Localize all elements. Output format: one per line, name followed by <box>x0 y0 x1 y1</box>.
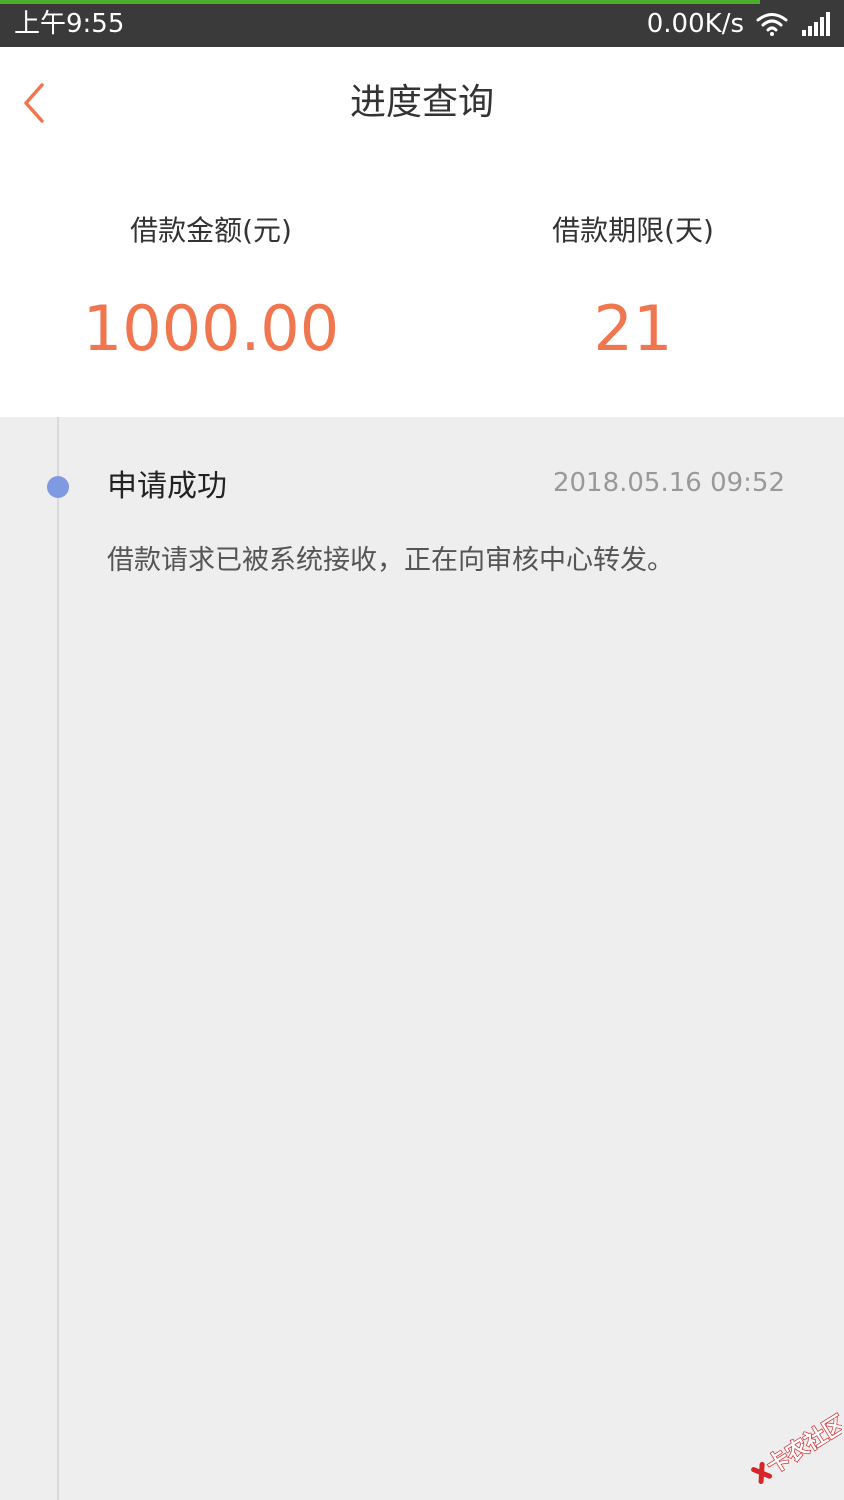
page-title: 进度查询 <box>349 82 494 123</box>
event-description: 借款请求已被系统接收，正在向审核中心转发。 <box>107 545 674 576</box>
loan-term-label: 借款期限(天) <box>552 214 714 247</box>
network-speed: 0.00K/s <box>646 9 744 39</box>
loan-amount-label: 借款金额(元) <box>130 214 292 247</box>
timeline-line <box>57 417 59 1500</box>
event-timestamp: 2018.05.16 09:52 <box>552 468 785 498</box>
status-bar: 上午9:55 0.00K/s <box>0 0 844 47</box>
status-time: 上午9:55 <box>14 9 125 39</box>
loan-amount-value: 1000.00 <box>82 292 340 365</box>
signal-icon <box>802 12 830 36</box>
event-title: 申请成功 <box>107 469 227 504</box>
watermark-logo: 卡农社区 <box>751 1410 842 1484</box>
app-header: 进度查询 <box>0 47 844 161</box>
loan-term-section: 借款期限(天) 21 <box>422 161 844 417</box>
loan-summary: 借款金额(元) 1000.00 借款期限(天) 21 <box>0 161 844 417</box>
wifi-icon <box>756 13 788 36</box>
svg-text:卡农社区: 卡农社区 <box>762 1410 842 1479</box>
progress-timeline: 申请成功 2018.05.16 09:52 借款请求已被系统接收，正在向审核中心… <box>0 417 844 1500</box>
loan-amount-section: 借款金额(元) 1000.00 <box>0 161 422 417</box>
loan-term-value: 21 <box>593 292 673 365</box>
screen: 上午9:55 0.00K/s 进度查询 借款金额(元) 1000.00 借款期限… <box>0 0 844 1500</box>
page-load-progress-bar <box>0 0 760 4</box>
timeline-dot <box>47 476 69 498</box>
